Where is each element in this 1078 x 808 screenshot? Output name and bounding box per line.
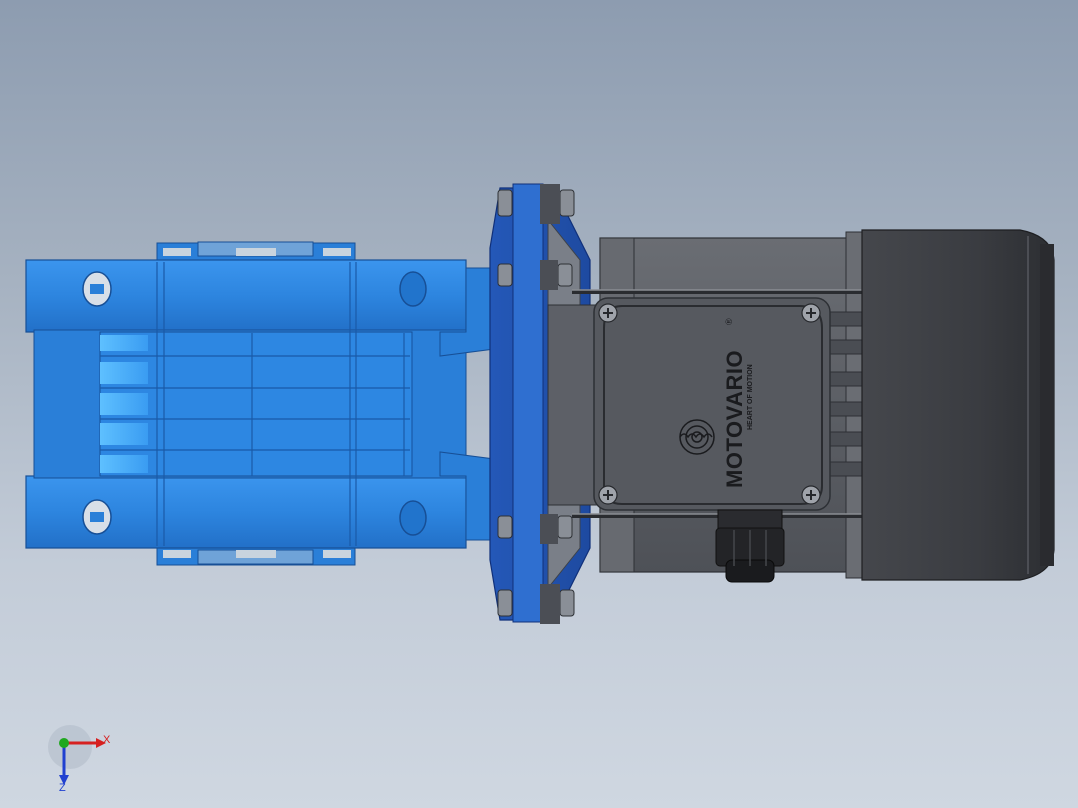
cable-gland[interactable] bbox=[715, 509, 785, 583]
brand-logo: MOTOVARIO bbox=[722, 350, 747, 488]
worm-gearbox-housing[interactable] bbox=[25, 241, 503, 566]
y-axis-marker bbox=[59, 738, 69, 748]
x-axis-label: X bbox=[103, 734, 111, 746]
terminal-box-cover[interactable]: MOTOVARIO ® HEART OF MOTION bbox=[593, 297, 831, 511]
gearmotor-model[interactable]: MOTOVARIO ® HEART OF MOTION bbox=[0, 0, 1078, 808]
orientation-triad[interactable]: X Z bbox=[40, 725, 120, 795]
fan-cover[interactable] bbox=[861, 229, 1055, 581]
brand-registered-mark: ® bbox=[724, 318, 734, 325]
z-axis-label: Z bbox=[59, 782, 66, 794]
graphics-viewport[interactable]: MOTOVARIO ® HEART OF MOTION X Z bbox=[0, 0, 1078, 808]
brand-tagline: HEART OF MOTION bbox=[747, 364, 754, 430]
